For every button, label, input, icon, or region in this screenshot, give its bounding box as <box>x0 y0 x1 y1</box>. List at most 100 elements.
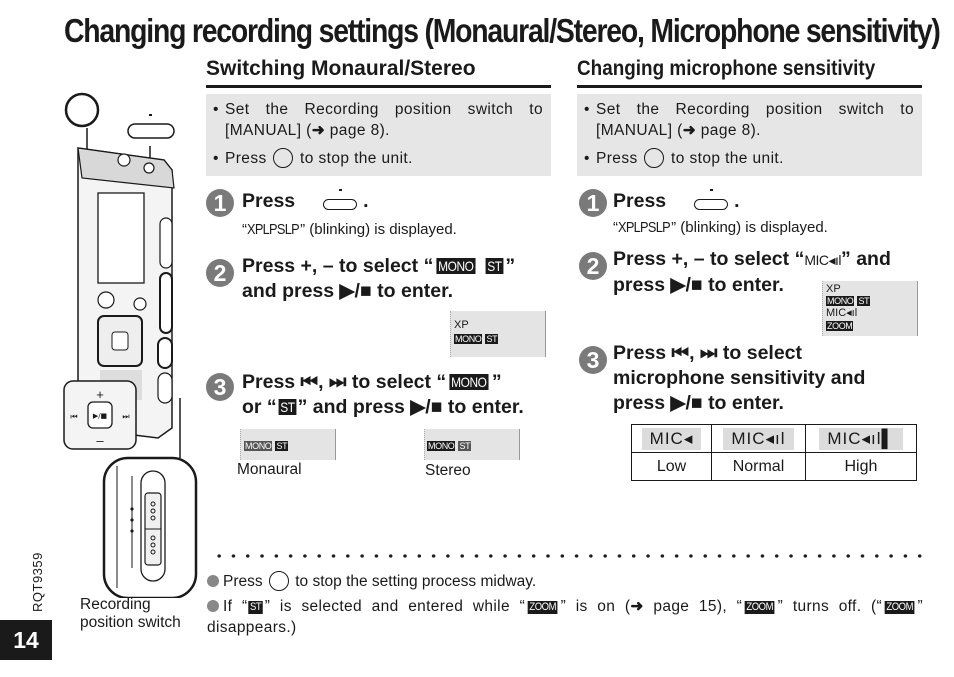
footnote-1: Press to stop the setting process midway… <box>207 571 536 592</box>
bullet-dot-icon <box>207 600 219 612</box>
text: microphone sensitivity and <box>613 367 866 389</box>
page-reference-link[interactable]: page 8). <box>325 122 390 139</box>
text: Press <box>223 573 267 590</box>
note-text: Press <box>225 150 272 167</box>
mono-indicator-icon: MONO <box>436 257 476 275</box>
lcd-text-xplpslp: XPLPSLP <box>618 219 671 236</box>
note-item: • Press to stop the unit. <box>213 148 413 168</box>
note-item: • Press to stop the unit. <box>584 148 784 168</box>
step-number-badge: 3 <box>206 373 234 401</box>
text: to stop the setting process midway. <box>290 573 537 590</box>
device-screen <box>97 192 145 284</box>
step-instruction: Press +, – to select “MONO ST” and press… <box>242 254 515 304</box>
step-subtext: “XPLPSLP” (blinking) is displayed. <box>613 219 828 236</box>
stop-button-icon <box>268 571 289 591</box>
document-code: RQT9359 <box>30 552 45 612</box>
mono-indicator-icon: MONO <box>449 373 489 391</box>
plus-button-icon: + <box>96 387 104 402</box>
stereo-indicator-icon: ST <box>275 441 289 451</box>
zoom-indicator-icon: ZOOM <box>527 601 558 614</box>
stereo-indicator-icon: ST <box>278 398 297 416</box>
text: or “ <box>242 396 277 418</box>
bullet-dot-icon <box>207 575 219 587</box>
stop-button-callout-icon <box>64 92 100 128</box>
note-text: Press <box>596 150 643 167</box>
step-instruction: Press. <box>613 189 740 214</box>
table-cell: MIC◂ıl <box>711 424 806 453</box>
footnote-2: If “ST” is selected and entered while “Z… <box>207 596 923 638</box>
skip-forward-icon: ⏭ <box>122 412 129 421</box>
mic-normal-icon: MIC◂ıl <box>723 427 794 450</box>
recording-position-switch-caption: Recording position switch <box>80 596 181 632</box>
step-label: Press <box>242 190 296 212</box>
step-number-badge: 1 <box>206 189 234 217</box>
table-cell: MIC◂ıl▌ <box>804 424 918 453</box>
table-row-labels: Low Normal High <box>630 452 918 481</box>
lcd-row: XP <box>454 319 469 331</box>
text: Press ⏮, ⏭ to select “ <box>242 371 447 393</box>
lcd-text-xplpslp: XPLPSLP <box>247 221 300 238</box>
lcd-display-stereo: MONO ST <box>424 429 520 460</box>
play-stop-icon: ▶/■ <box>93 412 107 420</box>
text: Press ⏮, ⏭ to select <box>613 342 803 364</box>
text: ” is on ( <box>560 598 631 615</box>
mic-sensitivity-icon: MIC◂ıl <box>804 252 842 268</box>
lcd-display-preview: XP MONO ST MIC◂ıl ZOOM <box>822 281 918 336</box>
text: ” and <box>841 248 891 270</box>
note-item: • Set the Recording position switch to [… <box>213 101 543 139</box>
caption-line-1: Recording <box>80 596 151 613</box>
text: ” <box>505 255 516 277</box>
text: If “ <box>223 598 248 615</box>
voice-recorder-illustration: + – ⏮ ⏭ ▶/■ <box>63 92 198 598</box>
mono-indicator-icon: MONO <box>826 296 855 306</box>
page-number: 14 <box>0 620 52 660</box>
step-number-badge: 2 <box>206 259 234 287</box>
mic-sensitivity-icon: MIC◂ıl <box>826 307 858 319</box>
menu-button-callout-icon <box>127 123 175 139</box>
mono-indicator-icon: MONO <box>427 441 456 451</box>
mic-sensitivity-table: MIC◂ MIC◂ıl MIC◂ıl▌ Low Normal High <box>630 424 918 481</box>
arrow-right-icon: ➜ <box>311 122 326 139</box>
table-cell: High <box>804 452 918 481</box>
dotted-separator <box>212 553 924 559</box>
note-item: • Set the Recording position switch to [… <box>584 101 914 139</box>
lcd-row: MONO ST <box>427 440 472 452</box>
lcd-row: MONO ST <box>244 440 289 452</box>
mono-indicator-icon: MONO <box>244 441 273 451</box>
stereo-indicator-icon: ST <box>458 441 472 451</box>
page-reference-link[interactable]: page 8). <box>696 122 761 139</box>
step-subtext: “XPLPSLP” (blinking) is displayed. <box>242 221 457 238</box>
lcd-row: MONO ST <box>826 295 871 307</box>
zoom-indicator-icon: ZOOM <box>884 601 915 614</box>
step-period: . <box>363 190 369 212</box>
stereo-indicator-icon: ST <box>248 601 264 614</box>
page-reference-link[interactable]: page 15), “ <box>644 598 742 615</box>
lcd-display-monaural: MONO ST <box>240 429 336 460</box>
zoom-indicator-icon: ZOOM <box>826 321 854 331</box>
menu-button-icon <box>323 189 358 210</box>
step-period: . <box>734 190 740 212</box>
stereo-indicator-icon: ST <box>857 296 871 306</box>
subtext-rest: ” (blinking) is displayed. <box>300 221 457 238</box>
text: and press ▶/■ to enter. <box>242 280 453 302</box>
arrow-right-icon: ➜ <box>682 122 697 139</box>
step-number-badge: 3 <box>579 346 607 374</box>
display-caption-monaural: Monaural <box>237 461 302 478</box>
text: ” turns off. (“ <box>777 598 883 615</box>
heading-text: Changing microphone sensitivity <box>577 57 876 80</box>
step-number-badge: 1 <box>579 189 607 217</box>
minus-button-icon: – <box>96 433 104 448</box>
prerequisite-notes-right: • Set the Recording position switch to [… <box>577 94 922 176</box>
step-number-badge: 2 <box>579 252 607 280</box>
step-label: Press <box>613 190 667 212</box>
lcd-row: XP <box>826 283 841 295</box>
mono-indicator-icon: MONO <box>454 334 483 344</box>
note-text: to stop the unit. <box>666 150 784 167</box>
text: Press +, – to select “ <box>242 255 434 277</box>
subtext-rest: ” (blinking) is displayed. <box>671 219 828 236</box>
table-cell: MIC◂ <box>630 424 713 453</box>
mic-high-icon: MIC◂ıl▌ <box>819 427 903 450</box>
mic-low-icon: MIC◂ <box>641 427 702 450</box>
text: Press +, – to select “ <box>613 248 805 270</box>
section-heading-mono-stereo: Switching Monaural/Stereo <box>206 57 551 88</box>
